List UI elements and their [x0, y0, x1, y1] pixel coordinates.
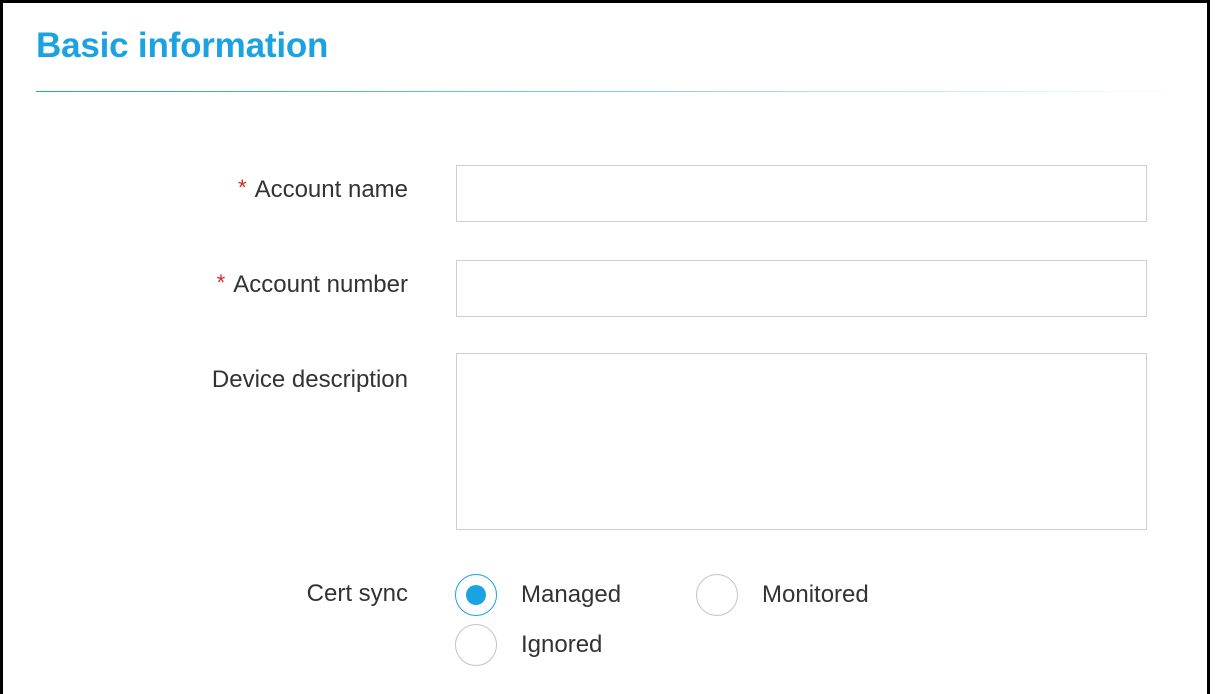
radio-dot-icon: [466, 585, 486, 605]
required-marker: *: [238, 175, 247, 200]
radio-unchecked-icon[interactable]: [696, 574, 738, 616]
radio-monitored-label: Monitored: [762, 581, 869, 608]
account-name-label-text: Account name: [254, 176, 408, 203]
device-description-textarea[interactable]: [456, 353, 1147, 530]
required-marker: *: [216, 270, 226, 295]
section-title: Basic information: [36, 26, 329, 65]
account-number-label-text: Account number: [233, 271, 408, 298]
section-divider: [36, 91, 1186, 92]
account-number-input[interactable]: [456, 260, 1147, 317]
account-name-label: * Account name: [238, 175, 408, 204]
radio-monitored[interactable]: Monitored: [696, 574, 869, 616]
radio-checked-icon[interactable]: [455, 574, 497, 616]
account-number-label: * Account number: [216, 270, 408, 299]
account-name-input[interactable]: [456, 165, 1147, 222]
radio-managed-label: Managed: [521, 581, 622, 608]
radio-managed[interactable]: Managed: [455, 574, 621, 616]
radio-ignored[interactable]: Ignored: [455, 624, 602, 666]
device-description-label: Device description: [211, 366, 408, 393]
radio-ignored-label: Ignored: [521, 631, 603, 658]
radio-unchecked-icon[interactable]: [455, 624, 497, 666]
cert-sync-label: Cert sync: [306, 580, 408, 607]
